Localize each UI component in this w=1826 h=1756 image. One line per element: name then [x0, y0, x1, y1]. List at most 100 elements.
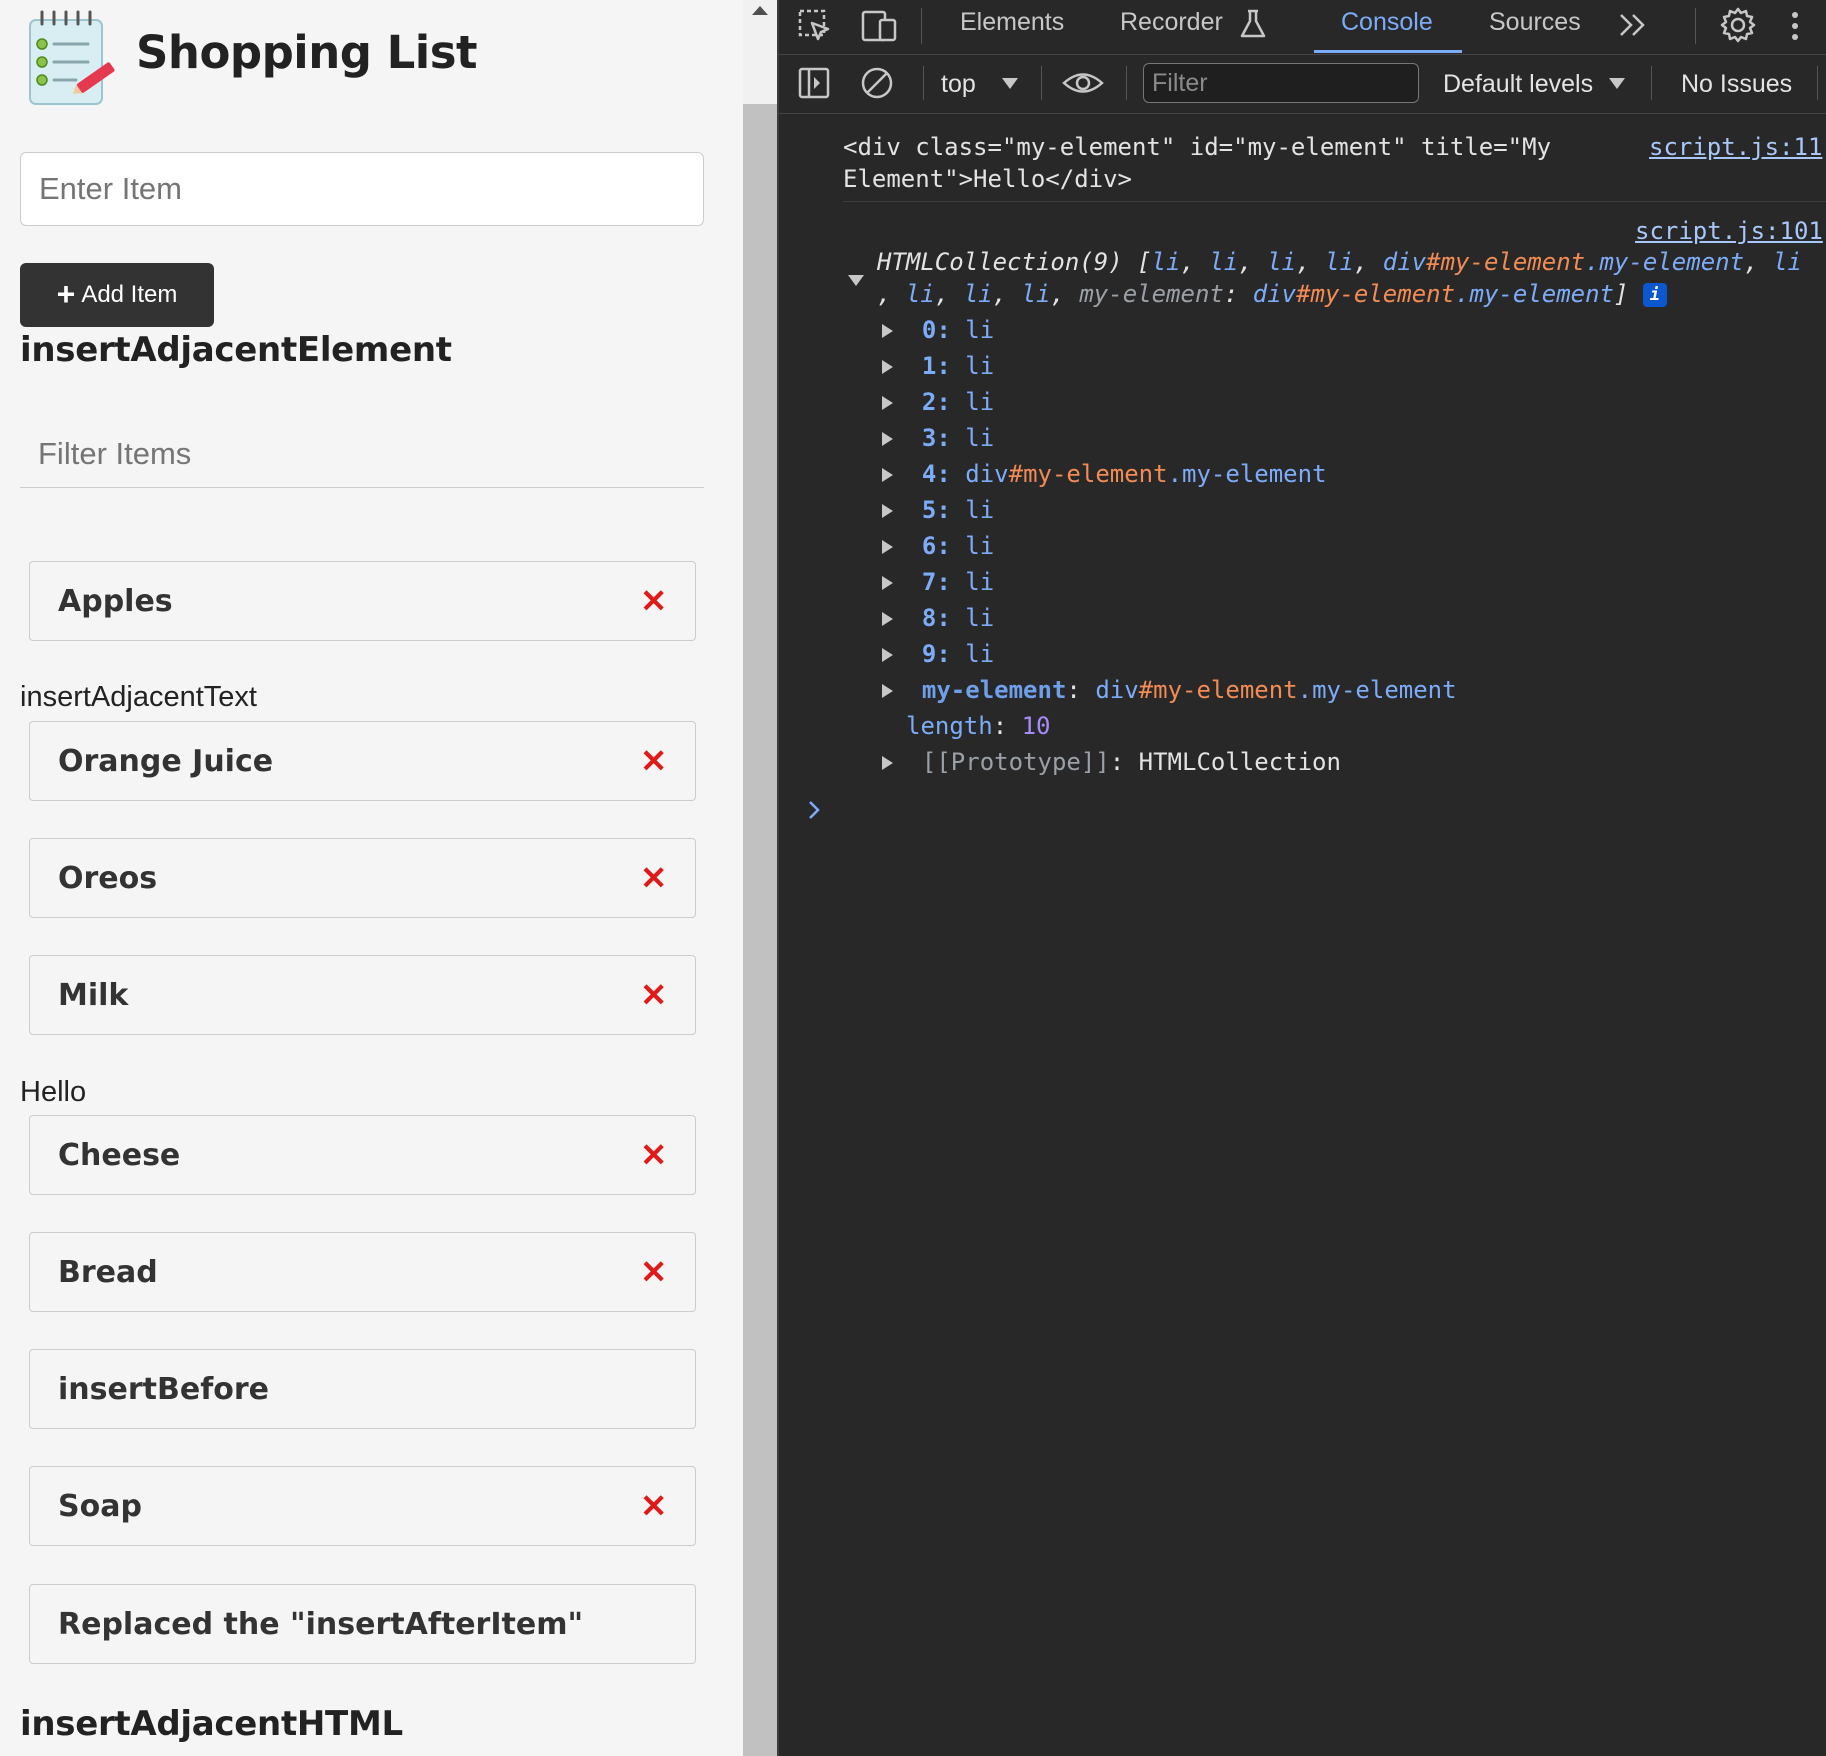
list-item: Cheese ✕ — [29, 1115, 696, 1195]
expand-arrow-icon[interactable] — [882, 648, 893, 662]
sidebar-toggle-icon[interactable] — [797, 65, 831, 101]
expand-arrow-icon[interactable] — [882, 576, 893, 590]
collection-entry[interactable]: 9: li — [882, 640, 994, 668]
expand-arrow-icon[interactable] — [882, 612, 893, 626]
entry-value: li — [965, 568, 995, 596]
log-levels-dropdown[interactable]: Default levels — [1443, 70, 1593, 99]
source-link[interactable]: script.js:11 — [1649, 133, 1822, 161]
collection-summary-prefix: HTMLCollection(9) [ — [877, 248, 1152, 276]
more-options-icon[interactable] — [1787, 8, 1803, 44]
remove-item-icon[interactable]: ✕ — [640, 745, 667, 777]
flask-icon — [1240, 9, 1266, 38]
page-scrollbar[interactable] — [743, 0, 777, 1756]
collection-entry[interactable]: 7: li — [882, 568, 994, 596]
tab-elements[interactable]: Elements — [960, 8, 1064, 37]
collapse-object-icon[interactable] — [848, 275, 864, 286]
remove-item-icon[interactable]: ✕ — [640, 862, 667, 894]
insert-adjacent-element-heading: insertAdjacentElement — [20, 330, 452, 370]
info-icon[interactable]: i — [1642, 283, 1667, 307]
entry-value: li — [965, 640, 995, 668]
expand-arrow-icon[interactable] — [882, 432, 893, 446]
source-link[interactable]: script.js:101 — [1635, 217, 1823, 245]
clear-console-icon[interactable] — [859, 65, 895, 101]
context-dropdown-icon[interactable] — [1002, 78, 1018, 89]
console-input[interactable] — [837, 790, 1817, 830]
collection-entry[interactable]: 5: li — [882, 496, 994, 524]
expand-arrow-icon[interactable] — [882, 756, 893, 770]
collection-entry[interactable]: 0: li — [882, 316, 994, 344]
toolbar-separator — [1817, 66, 1818, 100]
expand-arrow-icon[interactable] — [882, 684, 893, 698]
live-expression-eye-icon[interactable] — [1061, 66, 1105, 100]
entry-value: li — [965, 532, 995, 560]
console-prompt-chevron-icon — [809, 801, 820, 819]
devtools-panel: Elements Recorder Console Sources top Fi… — [777, 0, 1826, 1756]
expand-arrow-icon[interactable] — [882, 324, 893, 338]
remove-item-icon[interactable]: ✕ — [640, 1490, 667, 1522]
list-item: Apples ✕ — [29, 561, 696, 641]
device-toolbar-icon[interactable] — [860, 8, 900, 44]
list-item-label: Apples — [58, 583, 173, 619]
list-item-label: Soap — [58, 1488, 142, 1524]
remove-item-icon[interactable]: ✕ — [640, 1256, 667, 1288]
console-filter-input[interactable] — [1143, 63, 1419, 103]
tab-sources[interactable]: Sources — [1489, 8, 1581, 37]
item-input[interactable] — [20, 152, 704, 226]
toolbar-separator — [1041, 66, 1042, 100]
collection-entry[interactable]: 2: li — [882, 388, 994, 416]
inspect-element-icon[interactable] — [797, 8, 833, 44]
toolbar-separator — [921, 8, 922, 44]
remove-item-icon[interactable]: ✕ — [640, 1139, 667, 1171]
expand-arrow-icon[interactable] — [882, 540, 893, 554]
entry-key: 3 — [921, 424, 937, 452]
collection-entry[interactable]: 3: li — [882, 424, 994, 452]
hello-text: Hello — [20, 1076, 87, 1108]
list-item-label: Cheese — [58, 1137, 181, 1173]
expand-arrow-icon[interactable] — [882, 360, 893, 374]
issues-button[interactable]: No Issues — [1681, 70, 1792, 99]
collection-entry[interactable]: 1: li — [882, 352, 994, 380]
collection-entry[interactable]: 8: li — [882, 604, 994, 632]
expand-arrow-icon[interactable] — [882, 504, 893, 518]
list-item-label: Oreos — [58, 860, 158, 896]
add-item-button[interactable]: + Add Item — [20, 263, 214, 327]
list-item: insertBefore — [29, 1349, 696, 1429]
entry-key: 0 — [921, 316, 937, 344]
devtools-border — [777, 0, 779, 1756]
named-entry[interactable]: my-element: div#my-element.my-element — [882, 676, 1457, 704]
expand-arrow-icon[interactable] — [882, 468, 893, 482]
active-tab-indicator — [1314, 50, 1462, 53]
scrollbar-thumb[interactable] — [743, 104, 777, 1756]
prototype-entry[interactable]: [[Prototype]]: HTMLCollection — [882, 748, 1341, 776]
list-item-label: insertBefore — [58, 1371, 269, 1407]
list-item: Oreos ✕ — [29, 838, 696, 918]
insert-adjacent-text: insertAdjacentText — [20, 681, 257, 713]
remove-item-icon[interactable]: ✕ — [640, 979, 667, 1011]
scroll-up-arrow-icon[interactable] — [752, 6, 768, 15]
more-tabs-chevron-icon[interactable] — [1617, 10, 1649, 40]
list-item: Bread ✕ — [29, 1232, 696, 1312]
devtools-tabbar: Elements Recorder Console Sources — [777, 0, 1826, 55]
settings-gear-icon[interactable] — [1719, 6, 1757, 44]
context-selector[interactable]: top — [941, 70, 976, 99]
tab-console[interactable]: Console — [1341, 8, 1433, 37]
collection-entry[interactable]: 4: div#my-element.my-element — [882, 460, 1327, 488]
message-separator — [843, 201, 1826, 202]
shopping-list-page: Shopping List + Add Item insertAdjacentE… — [0, 0, 743, 1756]
collection-entry[interactable]: 6: li — [882, 532, 994, 560]
console-log-line: <div class="my-element" id="my-element" … — [843, 133, 1552, 161]
entry-key: 8 — [921, 604, 937, 632]
toolbar-separator — [1695, 8, 1696, 44]
length-entry: length: 10 — [906, 712, 1051, 740]
toolbar-separator — [923, 66, 924, 100]
log-levels-chevron-icon[interactable] — [1609, 78, 1625, 89]
expand-arrow-icon[interactable] — [882, 396, 893, 410]
filter-input[interactable] — [20, 420, 704, 488]
toolbar-separator — [1651, 66, 1652, 100]
notepad-logo-icon — [29, 10, 115, 105]
list-item: Milk ✕ — [29, 955, 696, 1035]
tab-recorder[interactable]: Recorder — [1120, 8, 1223, 37]
list-item: Soap ✕ — [29, 1466, 696, 1546]
remove-item-icon[interactable]: ✕ — [640, 585, 667, 617]
collection-summary[interactable]: HTMLCollection(9) [li, li, li, li, div#m… — [877, 248, 1802, 276]
